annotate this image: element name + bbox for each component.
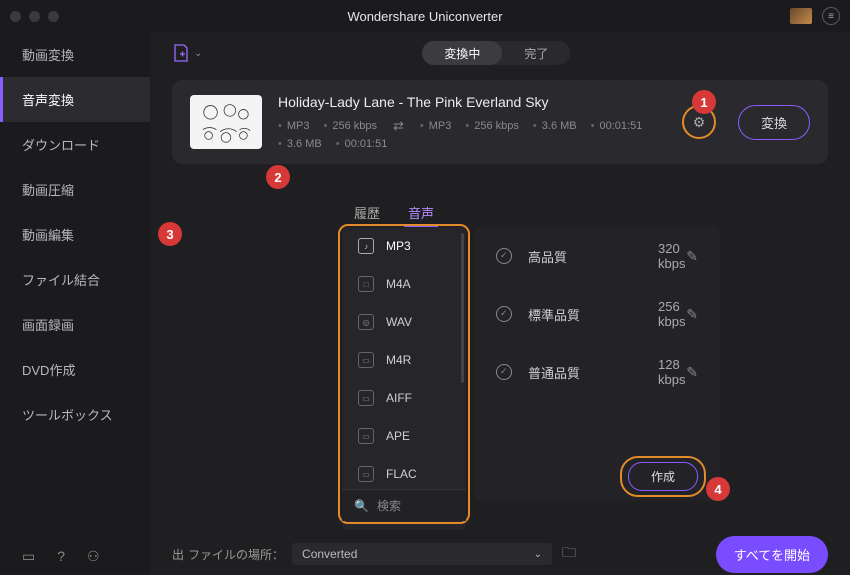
output-prefix: 出 — [172, 546, 184, 563]
sidebar-item-edit[interactable]: 動画編集 — [0, 212, 150, 257]
app-title: Wondershare Uniconverter — [347, 9, 502, 24]
check-icon — [496, 248, 512, 264]
search-icon: 🔍 — [354, 499, 369, 513]
dropdown-tab-audio[interactable]: 音声 — [394, 197, 448, 228]
traffic-min[interactable] — [29, 11, 40, 22]
user-icon[interactable]: ⚇ — [87, 548, 100, 565]
avatar[interactable] — [790, 8, 812, 24]
help-icon[interactable]: ? — [57, 548, 65, 565]
dst-format: MP3 — [420, 120, 451, 132]
shuffle-icon[interactable]: ⇄ — [393, 118, 404, 134]
sidebar-item-compress[interactable]: 動画圧縮 — [0, 167, 150, 212]
check-icon — [496, 306, 512, 322]
m4a-icon: □ — [358, 276, 374, 292]
m4r-icon: ▭ — [358, 352, 374, 368]
edit-icon[interactable]: ✎ — [686, 306, 698, 323]
window-controls — [10, 11, 59, 22]
tab-done[interactable]: 完了 — [502, 41, 570, 65]
dst-bitrate: 256 kbps — [465, 120, 519, 132]
format-item-flac[interactable]: ▭FLAC — [342, 455, 466, 493]
format-item-mp3[interactable]: ♪MP3 — [342, 227, 466, 265]
file-name: Holiday-Lady Lane - The Pink Everland Sk… — [278, 94, 676, 110]
file-card: Holiday-Lady Lane - The Pink Everland Sk… — [172, 80, 828, 164]
quality-row-normal[interactable]: 普通品質 128 kbps ✎ — [474, 343, 720, 401]
src-format: MP3 — [278, 120, 309, 132]
format-item-aiff[interactable]: ▭AIFF — [342, 379, 466, 417]
step-badge-4: 4 — [706, 477, 730, 501]
dst-size: 3.6 MB — [533, 120, 577, 132]
format-item-m4r[interactable]: ▭M4R — [342, 341, 466, 379]
sidebar-item-toolbox[interactable]: ツールボックス — [0, 392, 150, 437]
quality-panel: 高品質 320 kbps ✎ 標準品質 256 kbps ✎ 普通品質 128 … — [474, 227, 720, 501]
main-panel: ⌄ 変換中 完了 Holiday-Lady Lane - The Pink Ev… — [150, 32, 850, 575]
sidebar-item-download[interactable]: ダウンロード — [0, 122, 150, 167]
start-all-button[interactable]: すべてを開始 — [716, 536, 828, 573]
gear-icon[interactable]: ⚙ — [693, 114, 706, 131]
add-file-button[interactable]: ⌄ — [172, 43, 202, 63]
file-thumbnail[interactable] — [190, 95, 262, 149]
sidebar-item-video-convert[interactable]: 動画変換 — [0, 32, 150, 77]
step-badge-2: 2 — [266, 165, 290, 189]
tab-converting[interactable]: 変換中 — [422, 41, 502, 65]
menu-icon[interactable]: ≡ — [822, 7, 840, 25]
format-item-ape[interactable]: ▭APE — [342, 417, 466, 455]
sidebar-item-audio-convert[interactable]: 音声変換 — [0, 77, 150, 122]
convert-button[interactable]: 変換 — [738, 105, 810, 140]
format-search[interactable]: 🔍 検索 — [342, 489, 466, 521]
traffic-close[interactable] — [10, 11, 21, 22]
step-badge-3: 3 — [158, 222, 182, 246]
bottom-bar: 出 ファイルの場所： Converted ⌄ 🗀 すべてを開始 — [150, 533, 850, 575]
sidebar: 動画変換 音声変換 ダウンロード 動画圧縮 動画編集 ファイル結合 画面録画 D… — [0, 32, 150, 575]
sidebar-item-record[interactable]: 画面録画 — [0, 302, 150, 347]
mp3-icon: ♪ — [358, 238, 374, 254]
chevron-down-icon: ⌄ — [194, 48, 202, 59]
traffic-max[interactable] — [48, 11, 59, 22]
wav-icon: ◎ — [358, 314, 374, 330]
titlebar: Wondershare Uniconverter ≡ — [0, 0, 850, 32]
open-folder-icon[interactable]: 🗀 — [562, 542, 576, 566]
aiff-icon: ▭ — [358, 390, 374, 406]
sidebar-item-dvd[interactable]: DVD作成 — [0, 347, 150, 392]
edit-icon[interactable]: ✎ — [686, 364, 698, 381]
dropdown-tab-history[interactable]: 履歴 — [340, 197, 394, 228]
edit-icon[interactable]: ✎ — [686, 248, 698, 265]
format-list: ♪MP3 □M4A ◎WAV ▭M4R ▭AIFF ▭APE ▭FLAC — [342, 227, 466, 530]
check-icon — [496, 364, 512, 380]
sidebar-item-merge[interactable]: ファイル結合 — [0, 257, 150, 302]
src-bitrate: 256 kbps — [323, 120, 377, 132]
step-badge-1: 1 — [692, 90, 716, 114]
format-scrollbar[interactable] — [461, 233, 464, 383]
chevron-down-icon: ⌄ — [534, 549, 542, 560]
location-select[interactable]: Converted ⌄ — [292, 543, 552, 565]
format-item-wav[interactable]: ◎WAV — [342, 303, 466, 341]
quality-row-standard[interactable]: 標準品質 256 kbps ✎ — [474, 285, 720, 343]
status-tabs: 変換中 完了 — [422, 41, 570, 65]
src-duration: 00:01:51 — [336, 138, 388, 150]
flac-icon: ▭ — [358, 466, 374, 482]
dst-duration: 00:01:51 — [591, 120, 643, 132]
create-button[interactable]: 作成 — [628, 462, 698, 491]
ape-icon: ▭ — [358, 428, 374, 444]
src-size: 3.6 MB — [278, 138, 322, 150]
quality-row-high[interactable]: 高品質 320 kbps ✎ — [474, 227, 720, 285]
book-icon[interactable]: ▭ — [22, 548, 35, 565]
format-item-m4a[interactable]: □M4A — [342, 265, 466, 303]
location-label: ファイルの場所： — [188, 546, 284, 563]
